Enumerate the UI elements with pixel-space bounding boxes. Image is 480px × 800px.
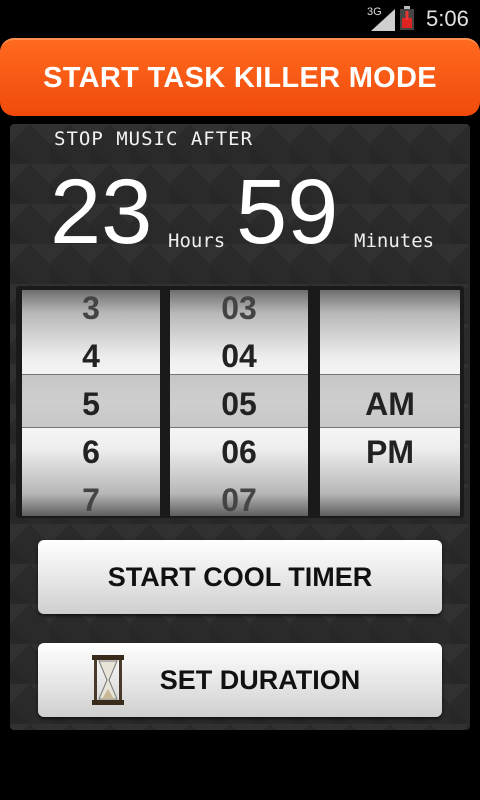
hour-option[interactable]: 3 (22, 290, 160, 327)
minutes-display: 59 (236, 161, 339, 263)
hour-option-selected[interactable]: 5 (22, 386, 160, 423)
set-duration-button[interactable]: SET DURATION (38, 643, 442, 717)
hour-option[interactable]: 7 (22, 482, 160, 516)
status-bar: 3G 5:06 (0, 0, 480, 38)
hour-wheel[interactable]: 3 4 5 6 7 (22, 290, 160, 516)
ampm-option[interactable]: PM (320, 434, 460, 471)
hours-display: 23 (50, 161, 153, 263)
set-duration-label: SET DURATION (159, 664, 361, 695)
ampm-wheel[interactable]: AM PM (320, 290, 460, 516)
signal-strength-icon (371, 9, 395, 31)
battery-icon (400, 6, 414, 30)
minute-wheel[interactable]: 03 04 05 06 07 (170, 290, 308, 516)
start-task-killer-mode-button[interactable]: START TASK KILLER MODE (0, 38, 480, 116)
minute-option[interactable]: 07 (170, 482, 308, 516)
hour-option[interactable]: 4 (22, 338, 160, 375)
timer-title: STOP MUSIC AFTER (54, 128, 254, 150)
minute-option[interactable]: 06 (170, 434, 308, 471)
hours-unit-label: Hours (168, 230, 226, 252)
hour-option[interactable]: 6 (22, 434, 160, 471)
minute-option[interactable]: 03 (170, 290, 308, 327)
status-clock: 5:06 (426, 6, 469, 31)
hourglass-icon (92, 655, 124, 705)
start-cool-timer-button[interactable]: START COOL TIMER (38, 540, 442, 614)
minute-option[interactable]: 04 (170, 338, 308, 375)
ampm-option-selected[interactable]: AM (320, 386, 460, 423)
minutes-unit-label: Minutes (354, 230, 435, 252)
minute-option-selected[interactable]: 05 (170, 386, 308, 423)
start-cool-timer-label: START COOL TIMER (107, 561, 373, 592)
